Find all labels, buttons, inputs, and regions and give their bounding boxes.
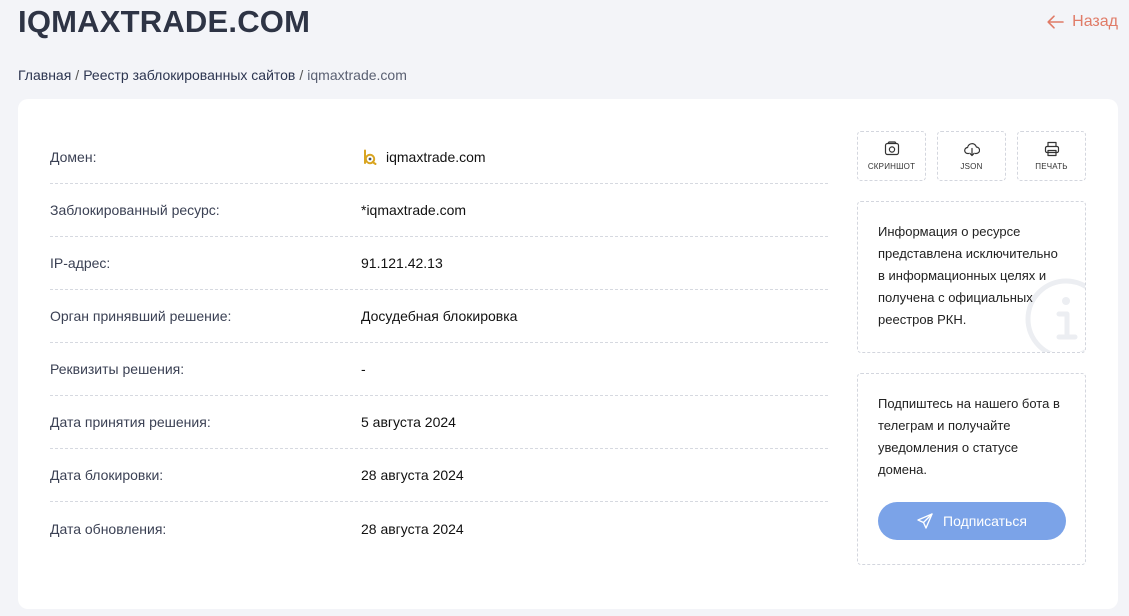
details-row-decision-details: Реквизиты решения: -: [50, 343, 828, 396]
json-button[interactable]: JSON: [937, 131, 1006, 181]
details-label: Реквизиты решения:: [50, 361, 185, 377]
details-value: Досудебная блокировка: [361, 308, 518, 324]
details-card: Домен: iqmaxtrade.com Заблокированный ре…: [18, 99, 1118, 609]
details-value: 28 августа 2024: [361, 467, 464, 483]
subscribe-panel: Подпиштесь на нашего бота в телеграм и п…: [857, 373, 1086, 565]
info-notice: Информация о ресурсе представлена исключ…: [857, 201, 1086, 353]
info-notice-text: Информация о ресурсе представлена исключ…: [878, 224, 1058, 327]
details-table: Домен: iqmaxtrade.com Заблокированный ре…: [50, 131, 828, 555]
page: IQMAXTRADE.COM Назад Главная / Реестр за…: [0, 0, 1129, 616]
details-value: *iqmaxtrade.com: [361, 202, 467, 218]
details-value-text: iqmaxtrade.com: [386, 149, 486, 165]
details-row-ip: IP-адрес: 91.121.42.13: [50, 237, 828, 290]
breadcrumb-current: iqmaxtrade.com: [307, 67, 407, 83]
details-row-domain: Домен: iqmaxtrade.com: [50, 131, 828, 184]
details-label: Заблокированный ресурс:: [50, 202, 220, 218]
subscribe-button[interactable]: Подписаться: [878, 502, 1066, 540]
json-button-label: JSON: [960, 162, 983, 171]
screenshot-button-label: СКРИНШОТ: [867, 162, 916, 171]
send-icon: [917, 513, 933, 529]
breadcrumb: Главная / Реестр заблокированных сайтов …: [18, 67, 407, 83]
print-button-label: ПЕЧАТЬ: [1035, 162, 1068, 171]
print-button[interactable]: ПЕЧАТЬ: [1017, 131, 1086, 181]
back-link[interactable]: Назад: [1047, 13, 1118, 31]
camera-icon: [884, 141, 899, 156]
details-row-blocked-resource: Заблокированный ресурс: *iqmaxtrade.com: [50, 184, 828, 237]
details-label: IP-адрес:: [50, 255, 111, 271]
back-link-label: Назад: [1072, 13, 1118, 30]
details-value: -: [361, 361, 366, 377]
details-value: 5 августа 2024: [361, 414, 456, 430]
details-value: iqmaxtrade.com: [361, 149, 486, 165]
breadcrumb-separator: /: [75, 67, 80, 83]
subscribe-button-label: Подписаться: [943, 513, 1027, 529]
arrow-left-icon: [1047, 15, 1064, 29]
breadcrumb-registry[interactable]: Реестр заблокированных сайтов: [83, 67, 295, 83]
details-label: Дата принятия решения:: [50, 414, 211, 430]
details-row-update-date: Дата обновления: 28 августа 2024: [50, 502, 828, 555]
details-label: Орган принявший решение:: [50, 308, 232, 324]
details-row-authority: Орган принявший решение: Досудебная блок…: [50, 290, 828, 343]
tools-bar: СКРИНШОТ JSON ПЕЧАТЬ: [857, 131, 1086, 181]
cloud-download-icon: [963, 143, 980, 157]
site-favicon-icon: [364, 149, 377, 165]
details-row-decision-date: Дата принятия решения: 5 августа 2024: [50, 396, 828, 449]
details-row-block-date: Дата блокировки: 28 августа 2024: [50, 449, 828, 502]
subscribe-text: Подпиштесь на нашего бота в телеграм и п…: [878, 396, 1060, 477]
details-value: 91.121.42.13: [361, 255, 443, 271]
details-label: Дата блокировки:: [50, 467, 164, 483]
breadcrumb-home[interactable]: Главная: [18, 67, 71, 83]
details-value: 28 августа 2024: [361, 520, 464, 537]
screenshot-button[interactable]: СКРИНШОТ: [857, 131, 926, 181]
page-title: IQMAXTRADE.COM: [18, 4, 311, 39]
printer-icon: [1044, 141, 1059, 157]
details-label: Домен:: [50, 149, 97, 165]
details-label: Дата обновления:: [50, 520, 167, 537]
breadcrumb-separator: /: [299, 67, 304, 83]
